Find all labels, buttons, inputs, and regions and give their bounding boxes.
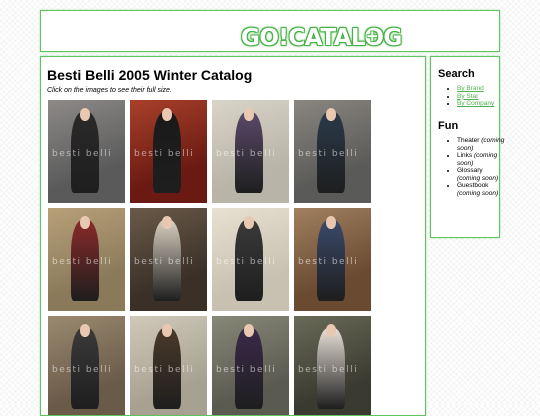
- model-head: [243, 324, 255, 337]
- links-label: Links: [457, 152, 473, 159]
- list-item: By Brand: [457, 85, 507, 93]
- model-head: [161, 324, 173, 337]
- catalog-thumbnail[interactable]: besti belli: [47, 315, 126, 415]
- model-head: [243, 108, 255, 121]
- watermark-text: besti belli: [216, 365, 277, 376]
- watermark-text: besti belli: [298, 365, 359, 376]
- watermark-text: besti belli: [134, 365, 195, 376]
- list-item: Glossary (coming soon): [457, 167, 507, 182]
- list-item: Theater (coming soon): [457, 137, 507, 152]
- watermark-text: besti belli: [52, 257, 113, 268]
- catalog-thumbnail[interactable]: besti belli: [293, 99, 372, 204]
- catalog-thumbnail[interactable]: besti belli: [211, 99, 290, 204]
- sidebar: Search By Brand By Star By Company Fun T…: [430, 56, 504, 238]
- list-item: Links (coming soon): [457, 152, 507, 167]
- watermark-text: besti belli: [134, 257, 195, 268]
- guestbook-label: Guestbook: [457, 182, 489, 189]
- watermark-text: besti belli: [216, 257, 277, 268]
- watermark-text: besti belli: [298, 257, 359, 268]
- main-content: Besti Belli 2005 Winter Catalog Click on…: [40, 56, 426, 416]
- catalog-thumbnail[interactable]: besti belli: [129, 315, 208, 415]
- fun-item-list: Theater (coming soon) Links (coming soon…: [447, 137, 507, 197]
- catalog-thumbnail[interactable]: besti belli: [293, 207, 372, 312]
- coming-soon-note: (coming soon): [457, 189, 499, 197]
- search-link-list: By Brand By Star By Company: [447, 85, 507, 108]
- watermark-text: besti belli: [52, 149, 113, 160]
- list-item: By Company: [457, 100, 507, 108]
- theater-label: Theater: [457, 137, 480, 144]
- list-item: Guestbook (coming soon): [457, 182, 507, 197]
- model-head: [325, 108, 337, 121]
- model-head: [79, 324, 91, 337]
- catalog-thumbnail[interactable]: besti belli: [293, 315, 372, 415]
- page-title: Besti Belli 2005 Winter Catalog: [47, 67, 253, 83]
- catalog-thumbnail[interactable]: besti belli: [47, 99, 126, 204]
- model-head: [79, 216, 91, 229]
- by-brand-link[interactable]: By Brand: [457, 85, 484, 92]
- model-head: [243, 216, 255, 229]
- catalog-thumbnail[interactable]: besti belli: [129, 99, 208, 204]
- coming-soon-note: (coming soon): [457, 174, 499, 182]
- by-company-link[interactable]: By Company: [457, 100, 494, 107]
- catalog-thumbnail[interactable]: besti belli: [211, 315, 290, 415]
- model-head: [161, 216, 173, 229]
- watermark-text: besti belli: [216, 149, 277, 160]
- list-item: By Star: [457, 93, 507, 101]
- model-head: [325, 216, 337, 229]
- watermark-text: besti belli: [52, 365, 113, 376]
- catalog-thumbnail[interactable]: besti belli: [211, 207, 290, 312]
- model-head: [325, 324, 337, 337]
- site-header: GO!CATALOG +: [40, 10, 500, 52]
- glossary-label: Glossary: [457, 167, 483, 174]
- search-heading: Search: [438, 68, 475, 80]
- watermark-text: besti belli: [134, 149, 195, 160]
- model-head: [161, 108, 173, 121]
- catalog-thumbnail[interactable]: besti belli: [129, 207, 208, 312]
- watermark-text: besti belli: [298, 149, 359, 160]
- fun-heading: Fun: [438, 120, 459, 132]
- instructions-text: Click on the images to see their full si…: [47, 87, 172, 94]
- logo-plus-icon: +: [366, 27, 379, 45]
- catalog-thumbnail[interactable]: besti belli: [47, 207, 126, 312]
- model-head: [79, 108, 91, 121]
- by-star-link[interactable]: By Star: [457, 93, 478, 100]
